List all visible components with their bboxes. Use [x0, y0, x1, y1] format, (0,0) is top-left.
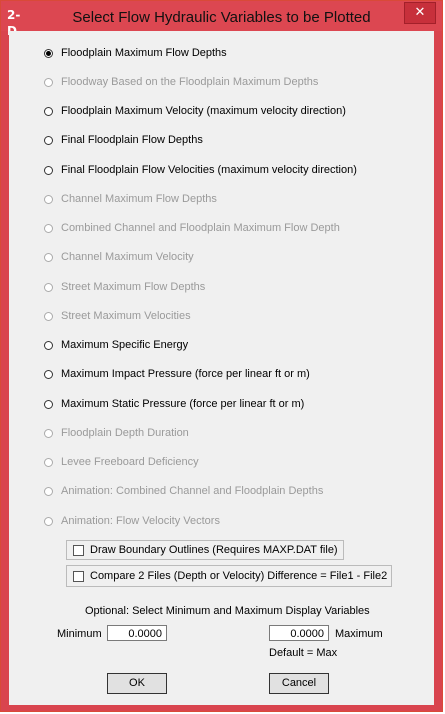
option-row[interactable]: Maximum Specific Energy	[44, 336, 188, 354]
option-row: Combined Channel and Floodplain Maximum …	[44, 219, 340, 237]
option-radio	[44, 311, 53, 321]
option-row[interactable]: Floodplain Maximum Flow Depths	[44, 44, 227, 62]
dialog-title: Select Flow Hydraulic Variables to be Pl…	[72, 9, 371, 26]
option-radio[interactable]	[44, 106, 53, 116]
option-label: Floodplain Maximum Flow Depths	[61, 47, 227, 59]
option-radio	[44, 77, 53, 87]
option-radio[interactable]	[44, 48, 53, 58]
option-radio[interactable]	[44, 399, 53, 409]
option-row[interactable]: Final Floodplain Flow Velocities (maximu…	[44, 161, 357, 179]
option-row[interactable]: Final Floodplain Flow Depths	[44, 131, 203, 149]
option-radio	[44, 223, 53, 233]
option-label: Animation: Combined Channel and Floodpla…	[61, 485, 324, 497]
minimum-input[interactable]: 0.0000	[107, 625, 167, 641]
option-radio	[44, 194, 53, 204]
compare-files-option[interactable]: Compare 2 Files (Depth or Velocity) Diff…	[66, 565, 392, 587]
option-label: Floodplain Depth Duration	[61, 427, 189, 439]
option-row: Floodway Based on the Floodplain Maximum…	[44, 73, 318, 91]
option-label: Channel Maximum Velocity	[61, 251, 194, 263]
option-label: Levee Freeboard Deficiency	[61, 456, 199, 468]
option-radio	[44, 486, 53, 496]
cancel-button[interactable]: Cancel	[269, 673, 329, 694]
title-bar[interactable]: 2-D Select Flow Hydraulic Variables to b…	[1, 1, 442, 38]
option-row: Animation: Flow Velocity Vectors	[44, 512, 220, 530]
option-radio	[44, 252, 53, 262]
maximum-label: Maximum	[335, 628, 383, 640]
option-label: Channel Maximum Flow Depths	[61, 193, 217, 205]
option-label: Maximum Static Pressure (force per linea…	[61, 398, 305, 410]
dialog-body: Floodplain Maximum Flow Depths Floodway B…	[9, 31, 434, 705]
compare-files-checkbox[interactable]	[73, 570, 84, 582]
option-label: Animation: Flow Velocity Vectors	[61, 515, 220, 527]
option-row: Floodplain Depth Duration	[44, 424, 189, 442]
option-row[interactable]: Maximum Impact Pressure (force per linea…	[44, 365, 310, 383]
option-label: Floodplain Maximum Velocity (maximum vel…	[61, 105, 346, 117]
option-row: Channel Maximum Velocity	[44, 248, 194, 266]
option-radio[interactable]	[44, 340, 53, 350]
option-row: Street Maximum Velocities	[44, 307, 191, 325]
option-label: Final Floodplain Flow Depths	[61, 134, 203, 146]
minimum-label: Minimum	[57, 628, 102, 640]
option-row: Levee Freeboard Deficiency	[44, 453, 199, 471]
option-radio	[44, 457, 53, 467]
option-radio[interactable]	[44, 135, 53, 145]
option-radio[interactable]	[44, 165, 53, 175]
option-label: Floodway Based on the Floodplain Maximum…	[61, 76, 319, 88]
option-row[interactable]: Floodplain Maximum Velocity (maximum vel…	[44, 102, 346, 120]
option-radio[interactable]	[44, 369, 53, 379]
option-radio	[44, 282, 53, 292]
compare-files-label: Compare 2 Files (Depth or Velocity) Diff…	[90, 570, 388, 582]
option-label: Combined Channel and Floodplain Maximum …	[61, 222, 340, 234]
maximum-input[interactable]: 0.0000	[269, 625, 329, 641]
range-caption: Optional: Select Minimum and Maximum Dis…	[85, 605, 370, 617]
close-button[interactable]: ✕	[404, 2, 436, 24]
option-radio	[44, 516, 53, 526]
option-row: Channel Maximum Flow Depths	[44, 190, 217, 208]
option-label: Street Maximum Velocities	[61, 310, 191, 322]
default-note: Default = Max	[269, 647, 338, 659]
option-label: Maximum Specific Energy	[61, 339, 189, 351]
option-label: Final Floodplain Flow Velocities (maximu…	[61, 164, 357, 176]
option-label: Street Maximum Flow Depths	[61, 281, 206, 293]
draw-boundary-checkbox[interactable]	[73, 544, 84, 556]
option-row: Animation: Combined Channel and Floodpla…	[44, 482, 323, 500]
ok-button[interactable]: OK	[107, 673, 167, 694]
option-radio	[44, 428, 53, 438]
option-label: Maximum Impact Pressure (force per linea…	[61, 368, 310, 380]
dialog-window: 2-D Select Flow Hydraulic Variables to b…	[0, 0, 443, 712]
draw-boundary-label: Draw Boundary Outlines (Requires MAXP.DA…	[90, 544, 338, 556]
option-row[interactable]: Maximum Static Pressure (force per linea…	[44, 395, 304, 413]
draw-boundary-option[interactable]: Draw Boundary Outlines (Requires MAXP.DA…	[66, 540, 344, 560]
option-row: Street Maximum Flow Depths	[44, 278, 205, 296]
